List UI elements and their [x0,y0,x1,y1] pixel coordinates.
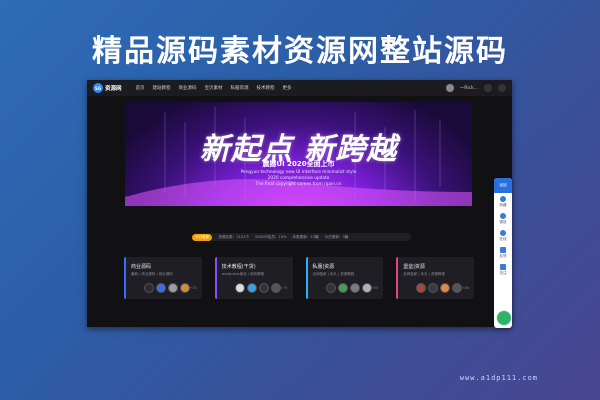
avatar [349,283,360,293]
card-count: +86 [461,286,469,290]
site-logo[interactable]: SG 资源网 [93,83,122,93]
nav-home[interactable]: 首页 [136,85,145,91]
hero-english-line: The final copyright comes from ripon.cn [255,182,342,187]
support-avatar-icon[interactable] [496,310,512,326]
card-title: 堡垒|资源 [403,264,425,270]
stat-item: SSSVIP会员：10% [255,234,287,239]
card-description: 最新 / 商业源码 / 商业源码 [131,272,173,276]
hero-english-line: 2020 comprehensive update [267,176,330,181]
user-avatar[interactable] [445,84,454,92]
avatar [168,283,178,293]
sidebar-item-follow[interactable]: 关注 [494,261,512,278]
card-avatars [416,283,463,293]
category-card[interactable]: 技术教程(干货) wordpress美化 / 网页教程 +75 [214,257,293,299]
card-count: +55 [370,286,379,290]
card-avatars [325,283,372,293]
sidebar-item-wechat[interactable]: 微信 [494,210,512,227]
watermark-url: www.a1dp111.com [459,374,538,382]
card-avatars [144,283,190,293]
avatar [416,283,427,293]
avatar [258,283,269,293]
card-title: 技术教程(干货) [221,264,256,270]
nav-tech-tutorials[interactable]: 技术教程 [257,85,275,91]
bell-icon [500,195,506,202]
avatar [428,283,439,293]
site-stats-bar: 今日更新 资源总数：2151个 SSSVIP会员：10% 本周更新：13篇 今日… [192,233,411,241]
sidebar-item-feedback[interactable]: 反馈 [494,244,512,261]
card-title: 商业源码 [131,264,152,270]
sidebar-item-label: 微信 [499,219,507,224]
menu-icon[interactable] [498,84,506,92]
avatar [325,283,336,293]
category-card[interactable]: 私服|资源 全网独家 | 永久 | 资源教程 +55 [305,257,384,299]
category-card[interactable]: 堡垒|资源 全网独家 | 永久 | 资源教程 +86 [396,257,474,299]
sidebar-item-favorite[interactable]: 收藏 [494,193,512,210]
avatar [234,283,245,293]
sidebar-item-online[interactable]: 在线 [494,227,512,244]
hero-subtitle: 震撼UI 2020全面上市 [262,160,335,168]
sidebar-item-label: 关注 [499,270,507,275]
avatar [144,283,154,293]
edit-icon [500,246,506,253]
category-card[interactable]: 商业源码 最新 / 商业源码 / 商业源码 +35 [124,257,202,299]
stat-item: 本周更新：13篇 [292,234,319,239]
theme-toggle-icon[interactable] [484,84,492,92]
hero-english-line: Pengyun technology new UI interface mini… [240,170,357,175]
stat-item: 今日更新：3篇 [324,234,349,239]
heart-icon [500,263,506,270]
chat-icon [500,229,506,236]
card-count: +35 [189,286,197,290]
page-title: 精品源码素材资源网整站源码 [92,34,508,69]
sidebar-top-label: 返回 [499,183,507,187]
logo-mark: SG [93,83,103,93]
user-name[interactable]: 一Rick... [460,85,478,91]
card-description: 全网独家 | 永久 | 资源教程 [403,272,446,276]
nav-private-server[interactable]: 私服资源 [231,85,249,91]
avatar [246,283,257,293]
card-count: +75 [280,286,288,290]
card-avatars [234,283,281,293]
stat-item: 资源总数：2151个 [218,234,250,239]
avatar [440,283,451,293]
card-description: 全网独家 | 永久 | 资源教程 [312,272,355,276]
sidebar-top-button[interactable]: 返回 [494,178,512,193]
floating-sidebar: 返回 收藏 微信 在线 反馈 关注 [494,178,512,328]
category-cards: 商业源码 最新 / 商业源码 / 商业源码 +35 技术教程(干货) wordp… [124,257,474,299]
card-description: wordpress美化 / 网页教程 [221,272,265,276]
nav-commercial-source[interactable]: 商业源码 [179,85,197,91]
avatar [337,283,348,293]
hero-banner[interactable]: 新起点 新跨越 震撼UI 2020全面上市 Pengyun technology… [125,102,472,206]
nav-tutorials[interactable]: 建站教程 [153,85,171,91]
sidebar-item-label: 在线 [499,236,507,241]
nav-more[interactable]: 更多 [283,85,292,91]
avatar [156,283,166,293]
sidebar-item-label: 收藏 [499,202,507,207]
sidebar-item-label: 反馈 [499,253,507,258]
logo-text: 资源网 [105,86,122,92]
card-title: 私服|资源 [312,264,335,270]
top-nav: SG 资源网 首页 建站教程 商业源码 宝贝素材 私服资源 技术教程 更多 一R… [87,80,512,96]
website-screenshot: SG 资源网 首页 建站教程 商业源码 宝贝素材 私服资源 技术教程 更多 一R… [87,80,512,327]
wechat-icon [500,212,506,219]
stats-badge: 今日更新 [192,233,213,241]
nav-materials[interactable]: 宝贝素材 [205,85,223,91]
